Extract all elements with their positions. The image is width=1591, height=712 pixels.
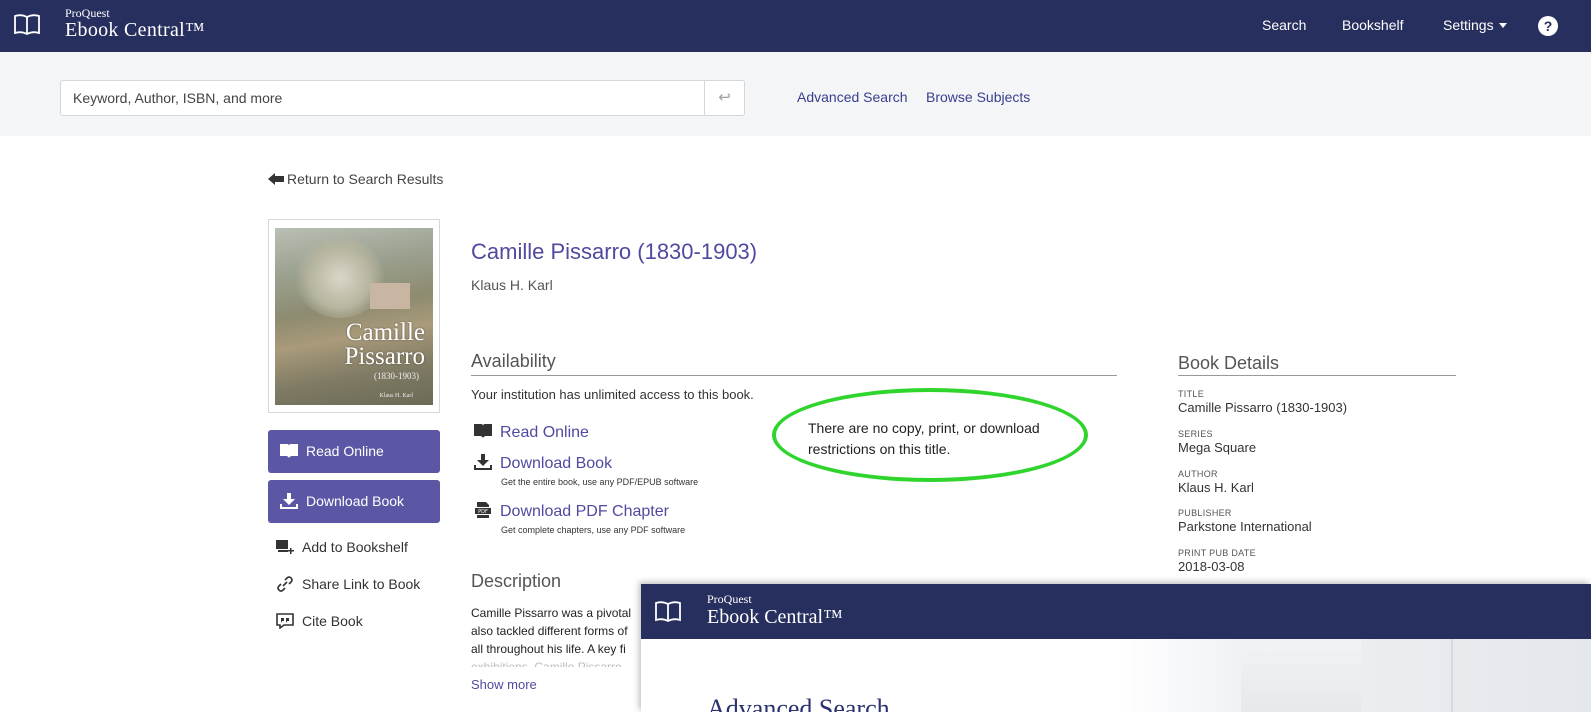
return-label: Return to Search Results bbox=[287, 171, 444, 187]
brand-ebook-central[interactable]: Ebook Central™ bbox=[65, 19, 205, 42]
read-online-button[interactable]: Read Online bbox=[268, 430, 440, 473]
advanced-search-overlay-window: ProQuest Ebook Central™ Advanced Search bbox=[641, 584, 1591, 712]
detail-label: TITLE bbox=[1178, 389, 1205, 399]
detail-title: TITLE Camille Pissarro (1830-1903) bbox=[1178, 389, 1347, 415]
settings-label: Settings bbox=[1443, 17, 1494, 33]
availability-download-book-link[interactable]: Download Book bbox=[474, 454, 612, 473]
book-open-icon[interactable] bbox=[14, 13, 40, 35]
chevron-down-icon bbox=[1498, 23, 1507, 28]
detail-value[interactable]: Mega Square bbox=[1178, 440, 1256, 455]
book-details-divider bbox=[1178, 375, 1456, 376]
add-to-bookshelf-label: Add to Bookshelf bbox=[302, 539, 408, 555]
pdf-icon: PDF bbox=[475, 502, 491, 518]
book-author[interactable]: Klaus H. Karl bbox=[471, 277, 553, 293]
download-book-button[interactable]: Download Book bbox=[268, 480, 440, 523]
overlay-brand-proquest: ProQuest bbox=[707, 592, 752, 606]
share-link-to-book[interactable]: Share Link to Book bbox=[276, 576, 420, 592]
nav-bookshelf-link[interactable]: Bookshelf bbox=[1342, 17, 1403, 33]
browse-subjects-link[interactable]: Browse Subjects bbox=[926, 89, 1030, 105]
read-icon bbox=[280, 444, 298, 458]
book-cover-image: Camille Pissarro (1830-1903) Klaus H. Ka… bbox=[275, 228, 433, 405]
show-more-link[interactable]: Show more bbox=[471, 677, 537, 692]
detail-value: 2018-03-08 bbox=[1178, 559, 1245, 574]
nav-search-link[interactable]: Search bbox=[1262, 17, 1306, 33]
cite-book-label: Cite Book bbox=[302, 613, 363, 629]
book-open-icon bbox=[655, 601, 681, 622]
cover-painting-house bbox=[370, 283, 410, 309]
detail-label: SERIES bbox=[1178, 429, 1213, 439]
svg-text:PDF: PDF bbox=[478, 509, 488, 515]
download-book-label: Download Book bbox=[306, 493, 405, 509]
return-icon bbox=[268, 173, 284, 185]
detail-value[interactable]: Klaus H. Karl bbox=[1178, 480, 1254, 495]
book-cover: Camille Pissarro (1830-1903) Klaus H. Ka… bbox=[268, 219, 440, 413]
download-icon bbox=[280, 493, 298, 509]
detail-series: SERIES Mega Square bbox=[1178, 429, 1256, 455]
availability-download-book-label: Download Book bbox=[500, 455, 613, 472]
description-text: Camille Pissarro was a pivotal also tack… bbox=[471, 604, 651, 667]
search-input[interactable] bbox=[60, 80, 745, 116]
detail-label: AUTHOR bbox=[1178, 469, 1218, 479]
top-navbar: ProQuest Ebook Central™ Search Bookshelf… bbox=[0, 0, 1591, 52]
description-line: all throughout his life. A key fi bbox=[471, 642, 626, 656]
link-icon bbox=[277, 576, 293, 592]
nav-settings-menu[interactable]: Settings bbox=[1443, 17, 1507, 33]
description-line: Camille Pissarro was a pivotal bbox=[471, 606, 632, 620]
detail-value[interactable]: Parkstone International bbox=[1178, 519, 1312, 534]
availability-heading: Availability bbox=[471, 351, 556, 371]
overlay-background-frame bbox=[1451, 639, 1453, 712]
annotation-callout-text: There are no copy, print, or download re… bbox=[808, 420, 1040, 457]
download-pdf-subtext: Get complete chapters, use any PDF softw… bbox=[501, 525, 686, 535]
availability-download-pdf-label: Download PDF Chapter bbox=[500, 503, 669, 520]
detail-author: AUTHOR Klaus H. Karl bbox=[1178, 469, 1254, 495]
cover-years: (1830-1903) bbox=[374, 371, 419, 381]
overlay-brand-ebook-central: Ebook Central™ bbox=[707, 606, 843, 628]
search-submit-icon[interactable]: ↩ bbox=[704, 81, 744, 115]
cite-book-link[interactable]: Cite Book bbox=[276, 613, 363, 629]
description-line: also tackled different forms of bbox=[471, 624, 628, 638]
detail-print-pub-date: PRINT PUB DATE 2018-03-08 bbox=[1178, 548, 1256, 574]
search-band: ↩ Advanced Search Browse Subjects bbox=[0, 52, 1591, 136]
download-book-subtext: Get the entire book, use any PDF/EPUB so… bbox=[501, 477, 699, 487]
detail-label: PRINT PUB DATE bbox=[1178, 548, 1256, 558]
read-online-label: Read Online bbox=[306, 443, 384, 459]
detail-value: Camille Pissarro (1830-1903) bbox=[1178, 400, 1348, 415]
return-to-results-link[interactable]: Return to Search Results bbox=[268, 171, 443, 187]
book-title: Camille Pissarro (1830-1903) bbox=[471, 239, 758, 264]
help-icon[interactable]: ? bbox=[1538, 16, 1558, 36]
description-heading: Description bbox=[471, 571, 562, 591]
download-icon bbox=[474, 454, 492, 470]
overlay-navbar: ProQuest Ebook Central™ bbox=[641, 584, 1591, 639]
add-bookshelf-icon bbox=[276, 540, 294, 554]
detail-label: PUBLISHER bbox=[1178, 508, 1232, 518]
description-line: exhibitions, Camille Pissarro bbox=[471, 660, 622, 667]
detail-publisher: PUBLISHER Parkstone International bbox=[1178, 508, 1312, 534]
cite-icon bbox=[276, 613, 294, 629]
cover-title-line2: Pissarro bbox=[344, 343, 425, 370]
availability-read-online-label: Read Online bbox=[500, 424, 589, 441]
overlay-page-title: Advanced Search bbox=[707, 694, 890, 712]
add-to-bookshelf-link[interactable]: Add to Bookshelf bbox=[276, 539, 408, 555]
availability-download-pdf-link[interactable]: PDF Download PDF Chapter bbox=[474, 502, 669, 521]
share-link-label: Share Link to Book bbox=[302, 576, 421, 592]
book-details-heading: Book Details bbox=[1178, 353, 1280, 373]
availability-read-online-link[interactable]: Read Online bbox=[474, 423, 589, 442]
overlay-background-window bbox=[1241, 639, 1361, 712]
availability-divider bbox=[471, 375, 1117, 376]
read-icon bbox=[474, 424, 492, 438]
advanced-search-link[interactable]: Advanced Search bbox=[797, 89, 908, 105]
cover-author: Klaus H. Karl bbox=[379, 393, 414, 399]
availability-access-text: Your institution has unlimited access to… bbox=[471, 387, 754, 402]
